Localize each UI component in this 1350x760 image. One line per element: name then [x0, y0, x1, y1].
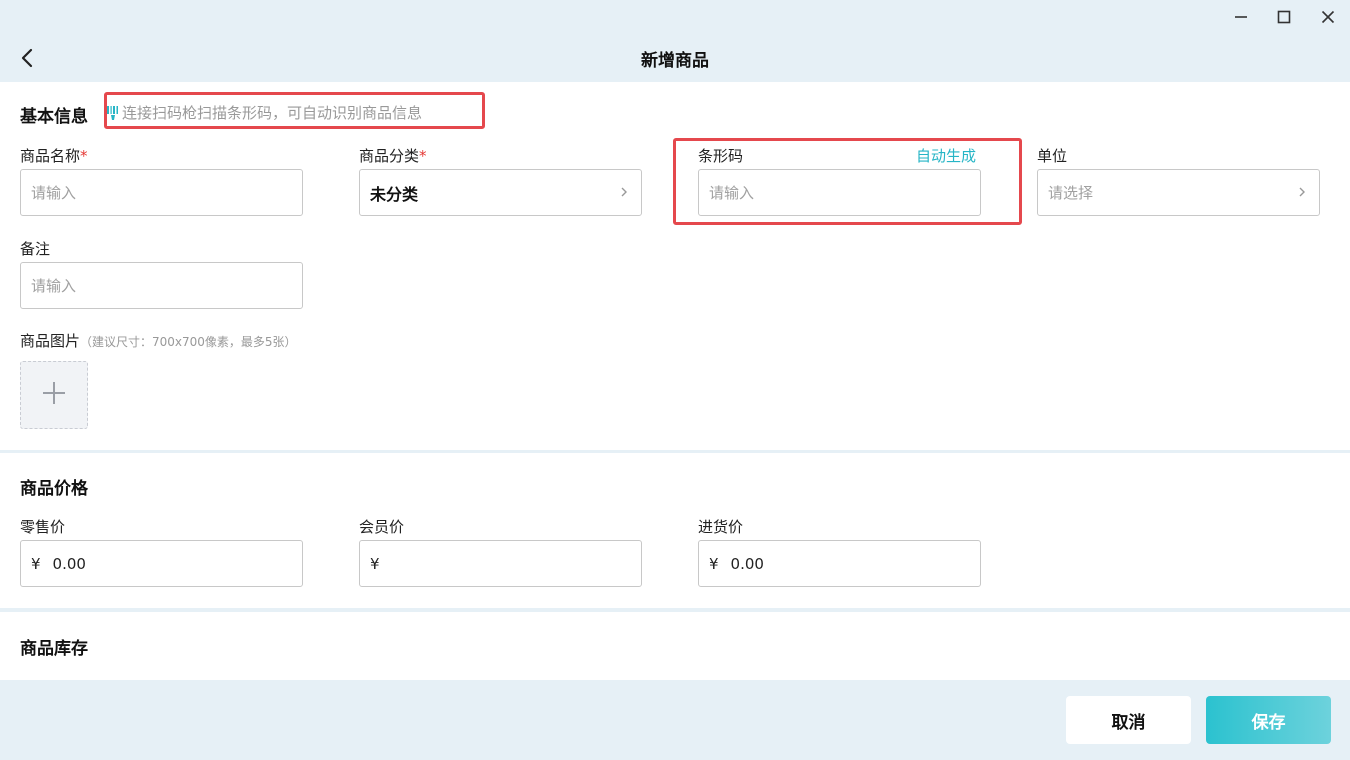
- remark-input[interactable]: 请输入: [20, 262, 303, 309]
- form-content[interactable]: 基本信息 连接扫码枪扫描条形码，可自动识别商品信息 商品名称* 请输入 商品分类…: [0, 82, 1350, 680]
- retail-price-label: 零售价: [20, 518, 66, 536]
- member-price-input[interactable]: ¥: [359, 540, 642, 587]
- purchase-price-input[interactable]: ¥ 0.00: [698, 540, 981, 587]
- price-title: 商品价格: [20, 479, 88, 499]
- chevron-right-icon: [619, 184, 629, 204]
- close-icon[interactable]: [1315, 4, 1341, 30]
- purchase-price-label: 进货价: [698, 518, 744, 536]
- scan-hint-text: 连接扫码枪扫描条形码，可自动识别商品信息: [122, 104, 423, 122]
- scan-hint: 连接扫码枪扫描条形码，可自动识别商品信息: [106, 102, 422, 123]
- auto-generate-link[interactable]: 自动生成: [916, 145, 976, 166]
- plus-icon: [41, 380, 67, 410]
- stock-title: 商品库存: [20, 639, 88, 659]
- image-size-hint: （建议尺寸：700x700像素，最多5张）: [80, 335, 297, 349]
- remark-label: 备注: [20, 240, 51, 258]
- footer-bar: 取消 保存: [0, 680, 1350, 760]
- save-button[interactable]: 保存: [1206, 696, 1331, 744]
- barcode-scanner-icon: [106, 105, 120, 121]
- currency-symbol: ¥: [709, 554, 719, 573]
- title-bar: 新增商品: [0, 0, 1350, 82]
- retail-price-input[interactable]: ¥ 0.00: [20, 540, 303, 587]
- product-name-input[interactable]: 请输入: [20, 169, 303, 216]
- basic-info-title: 基本信息: [20, 107, 88, 127]
- category-label: 商品分类*: [359, 147, 427, 165]
- unit-select[interactable]: 请选择: [1037, 169, 1320, 216]
- currency-symbol: ¥: [31, 554, 41, 573]
- chevron-right-icon: [1297, 184, 1307, 204]
- add-image-button[interactable]: [20, 361, 88, 429]
- stock-section: 商品库存: [0, 612, 1350, 680]
- product-name-label: 商品名称*: [20, 147, 88, 165]
- page-title: 新增商品: [641, 51, 709, 71]
- currency-symbol: ¥: [370, 554, 380, 573]
- member-price-label: 会员价: [359, 518, 405, 536]
- barcode-label: 条形码: [698, 147, 744, 165]
- unit-label: 单位: [1037, 147, 1068, 165]
- price-section: 商品价格 零售价 ¥ 0.00 会员价 ¥ 进货价 ¥ 0.00: [0, 453, 1350, 608]
- maximize-icon[interactable]: [1271, 4, 1297, 30]
- barcode-input[interactable]: 请输入: [698, 169, 981, 216]
- minimize-icon[interactable]: [1228, 4, 1254, 30]
- product-image-label: 商品图片（建议尺寸：700x700像素，最多5张）: [20, 332, 297, 350]
- basic-info-section: 基本信息 连接扫码枪扫描条形码，可自动识别商品信息 商品名称* 请输入 商品分类…: [0, 82, 1350, 450]
- cancel-button[interactable]: 取消: [1066, 696, 1191, 744]
- category-select[interactable]: 未分类: [359, 169, 642, 216]
